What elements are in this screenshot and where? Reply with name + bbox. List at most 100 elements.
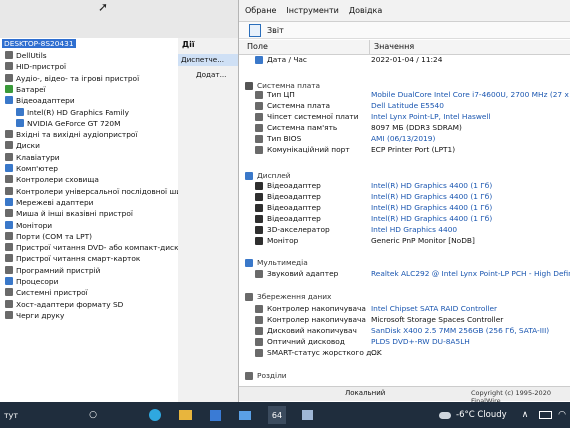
file-explorer-icon[interactable] <box>176 406 194 424</box>
tree-item[interactable]: Контролери універсальної послідовної шин… <box>5 186 191 198</box>
detail-row[interactable]: Відеоадаптер Intel(R) HD Graphics 4400 (1… <box>239 181 570 192</box>
field-label: Чіпсет системної плати <box>267 112 359 121</box>
store-icon[interactable] <box>206 406 224 424</box>
detail-row[interactable]: Тип BIOS AMI (06/13/2019) <box>239 134 570 145</box>
menu-favorites[interactable]: Обране <box>245 6 276 15</box>
detail-row[interactable]: Монітор Generic PnP Monitor [NoDB] <box>239 236 570 247</box>
field-value: Mobile DualCore Intel Core i7-4600U, 270… <box>371 90 570 99</box>
tree-item-label: Мережеві адаптери <box>16 197 94 207</box>
device-category-icon <box>5 152 13 161</box>
detail-row[interactable]: Тип ЦП Mobile DualCore Intel Core i7-4600… <box>239 90 570 101</box>
detail-row[interactable]: Чіпсет системної плати Intel Lynx Point-L… <box>239 112 570 123</box>
wifi-icon[interactable]: ◠ <box>556 406 568 424</box>
section-icon <box>245 172 253 180</box>
tree-item[interactable]: Монітори <box>5 220 52 232</box>
mail-icon[interactable] <box>236 406 254 424</box>
detail-row[interactable]: Контролер накопичувача Microsoft Storage … <box>239 315 570 326</box>
tree-item[interactable]: Пристрої читання DVD- або компакт-дисків <box>5 243 185 254</box>
detail-row[interactable]: Комунікаційний порт ECP Printer Port (LPT… <box>239 145 570 156</box>
tree-item[interactable]: Вхідні та вихідні аудіопристрої <box>5 130 138 141</box>
tree-item[interactable]: Intel(R) HD Graphics Family <box>16 107 129 119</box>
task-view-icon[interactable]: ○ <box>84 406 102 424</box>
section-header[interactable]: Мультимедіа <box>239 258 570 269</box>
tree-item[interactable]: Клавіатури <box>5 152 60 164</box>
tree-item[interactable]: Черги друку <box>5 310 64 322</box>
edge-icon[interactable] <box>146 406 164 424</box>
field-value: Microsoft Storage Spaces Controller <box>371 315 504 324</box>
device-category-icon <box>5 141 13 150</box>
tree-item[interactable]: Відеоадаптери <box>5 96 75 107</box>
detail-row[interactable]: Дисковий накопичувач SanDisk X400 2.5 7MM… <box>239 326 570 337</box>
detail-row[interactable]: Системна пам'ять 8097 МБ (DDR3 SDRAM) <box>239 123 570 134</box>
device-category-icon <box>5 84 13 93</box>
device-tree[interactable]: DESKTOP-8S20431 DellUtils HID-пристрої Ауді… <box>0 38 191 410</box>
detail-row[interactable]: Оптичний дисковод PLDS DVD+-RW DU-8A5LH <box>239 337 570 348</box>
field-value: Intel Chipset SATA RAID Controller <box>371 304 498 313</box>
tree-item[interactable]: Системні пристрої <box>5 288 88 299</box>
field-label: Контролер накопичувача <box>267 304 366 313</box>
device-category-icon <box>16 118 24 127</box>
tree-item[interactable]: Аудіо-, відео- та ігрові пристрої <box>5 73 139 85</box>
column-field[interactable]: Поле <box>247 42 268 51</box>
chevron-up-icon[interactable]: ∧ <box>518 406 532 424</box>
tree-item[interactable]: Процесори <box>5 277 58 288</box>
device-manager-taskbar-icon[interactable] <box>298 406 316 424</box>
menu-tools[interactable]: Інструменти <box>286 6 339 15</box>
detail-row[interactable]: Відеоадаптер Intel(R) HD Graphics 4400 (1… <box>239 192 570 203</box>
aida64-icon[interactable]: 64 <box>268 406 286 424</box>
detail-row[interactable]: Відеоадаптер Intel(R) HD Graphics 4400 (1… <box>239 214 570 225</box>
field-label: Системна пам'ять <box>267 123 338 132</box>
detail-row[interactable]: 3D-акселератор Intel HD Graphics 4400 <box>239 225 570 236</box>
tree-item-label: Миша й інші вказівні пристрої <box>16 209 133 219</box>
action-device-manager[interactable]: Диспетче... <box>178 54 238 66</box>
field-label: Тип BIOS <box>267 134 302 143</box>
status-bar: Локальний Copyright (c) 1995-2020 FinalW… <box>239 386 570 405</box>
column-value[interactable]: Значення <box>369 40 414 54</box>
detail-row[interactable]: SMART-статус жорсткого д... OK <box>239 348 570 359</box>
app-badge: 64 <box>271 410 283 420</box>
section-header[interactable]: Розділи <box>239 371 570 382</box>
field-label: Розділи <box>257 371 287 380</box>
detail-row[interactable]: Системна плата Dell Latitude E5540 <box>239 101 570 112</box>
field-icon <box>255 316 263 324</box>
report-icon <box>249 23 261 37</box>
device-category-icon <box>5 231 13 240</box>
weather-text[interactable]: -6°C Cloudy <box>456 406 507 424</box>
field-label: Дата / Час <box>267 55 307 64</box>
field-label: Відеоадаптер <box>267 192 321 201</box>
field-value: 8097 МБ (DDR3 SDRAM) <box>371 123 462 132</box>
field-value: 2022-01-04 / 11:24 <box>371 55 443 64</box>
device-category-icon <box>5 265 13 274</box>
tree-item[interactable]: Мережеві адаптери <box>5 197 94 209</box>
section-header[interactable]: Збереження даних <box>239 292 570 303</box>
tree-item[interactable]: Комп'ютер <box>5 164 58 175</box>
device-category-icon <box>5 209 13 218</box>
tree-item[interactable]: Хост-адаптери формату SD <box>5 299 123 311</box>
tree-item[interactable]: Диски <box>5 141 40 152</box>
field-value: Realtek ALC292 @ Intel Lynx Point-LP PCH… <box>371 269 570 278</box>
tree-item-label: Пристрої читання смарт-карток <box>16 254 141 264</box>
tree-item[interactable]: Програмний пристрій <box>5 265 100 277</box>
field-label: Відеоадаптер <box>267 181 321 190</box>
action-more[interactable]: Додат... <box>196 70 226 79</box>
tree-item[interactable]: Пристрої читання смарт-карток <box>5 254 140 265</box>
tree-item[interactable]: DellUtils <box>5 51 47 62</box>
detail-row[interactable]: Звуковий адаптер Realtek ALC292 @ Intel L… <box>239 269 570 280</box>
battery-icon[interactable] <box>538 406 552 424</box>
section-icon <box>245 259 253 267</box>
tree-item[interactable]: Батареї <box>5 84 46 96</box>
tree-item[interactable]: Порти (COM та LPT) <box>5 231 92 243</box>
tree-root[interactable]: DESKTOP-8S20431 <box>2 39 76 50</box>
report-tab[interactable]: Звіт <box>239 22 570 39</box>
detail-row[interactable]: Дата / Час 2022-01-04 / 11:24 <box>239 55 570 66</box>
tree-item[interactable]: Миша й інші вказівні пристрої <box>5 209 133 220</box>
field-value: ECP Printer Port (LPT1) <box>371 145 456 154</box>
detail-row[interactable]: Відеоадаптер Intel(R) HD Graphics 4400 (1… <box>239 203 570 214</box>
tree-item[interactable]: Контролери сховища <box>5 175 99 186</box>
tree-item[interactable]: HID-пристрої <box>5 62 66 73</box>
tree-item-label: Пристрої читання DVD- або компакт-дисків <box>16 243 185 253</box>
search-text[interactable]: тут <box>4 406 18 424</box>
tree-item[interactable]: NVIDIA GeForce GT 720M <box>16 118 120 130</box>
detail-row[interactable]: Контролер накопичувача Intel Chipset SATA… <box>239 304 570 315</box>
menu-help[interactable]: Довідка <box>349 6 382 15</box>
